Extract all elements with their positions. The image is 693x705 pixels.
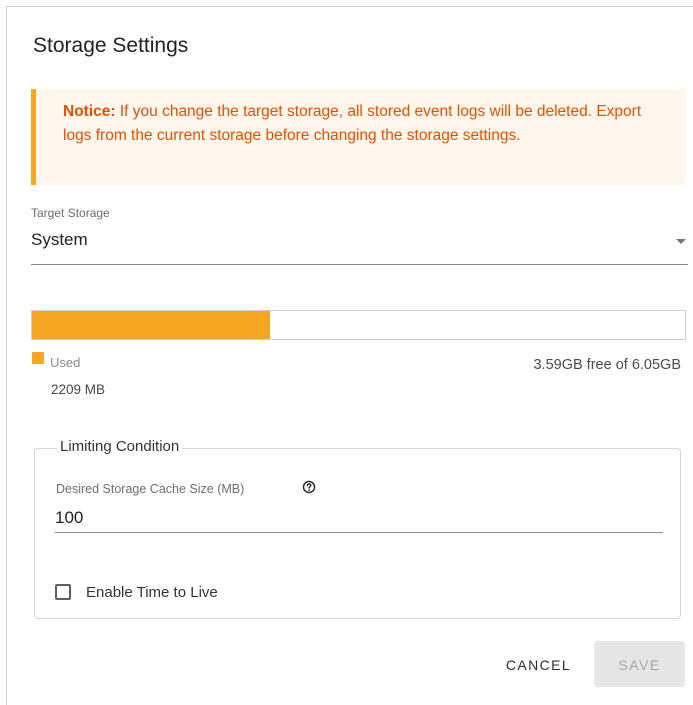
target-storage-value[interactable]: System	[31, 230, 88, 250]
target-storage-label: Target Storage	[31, 206, 110, 220]
target-storage-select[interactable]: Target Storage System	[31, 206, 688, 265]
used-legend-label: Used	[50, 355, 81, 370]
storage-settings-dialog: Storage Settings Notice: If you change t…	[6, 6, 693, 705]
notice-text: If you change the target storage, all st…	[63, 103, 642, 144]
storage-usage-bar	[31, 310, 686, 340]
limiting-condition-legend: Limiting Condition	[57, 438, 183, 455]
cancel-button[interactable]: CANCEL	[491, 641, 586, 687]
cache-size-input[interactable]	[55, 504, 663, 533]
free-space-text: 3.59GB free of 6.05GB	[533, 357, 681, 373]
limiting-condition-group: Limiting Condition Desired Storage Cache…	[34, 438, 681, 619]
caret-down-icon[interactable]	[676, 239, 686, 244]
ttl-checkbox[interactable]	[55, 584, 71, 600]
storage-usage-fill	[32, 311, 271, 339]
ttl-checkbox-label[interactable]: Enable Time to Live	[86, 584, 218, 601]
cache-size-label: Desired Storage Cache Size (MB)	[56, 482, 245, 496]
help-circle-icon[interactable]	[302, 480, 316, 494]
notice-banner: Notice: If you change the target storage…	[31, 89, 685, 185]
dialog-title: Storage Settings	[33, 34, 189, 57]
save-button[interactable]: SAVE	[594, 641, 685, 687]
used-legend-swatch	[32, 352, 44, 364]
notice-prefix: Notice:	[63, 103, 116, 120]
used-value: 2209 MB	[51, 382, 106, 397]
